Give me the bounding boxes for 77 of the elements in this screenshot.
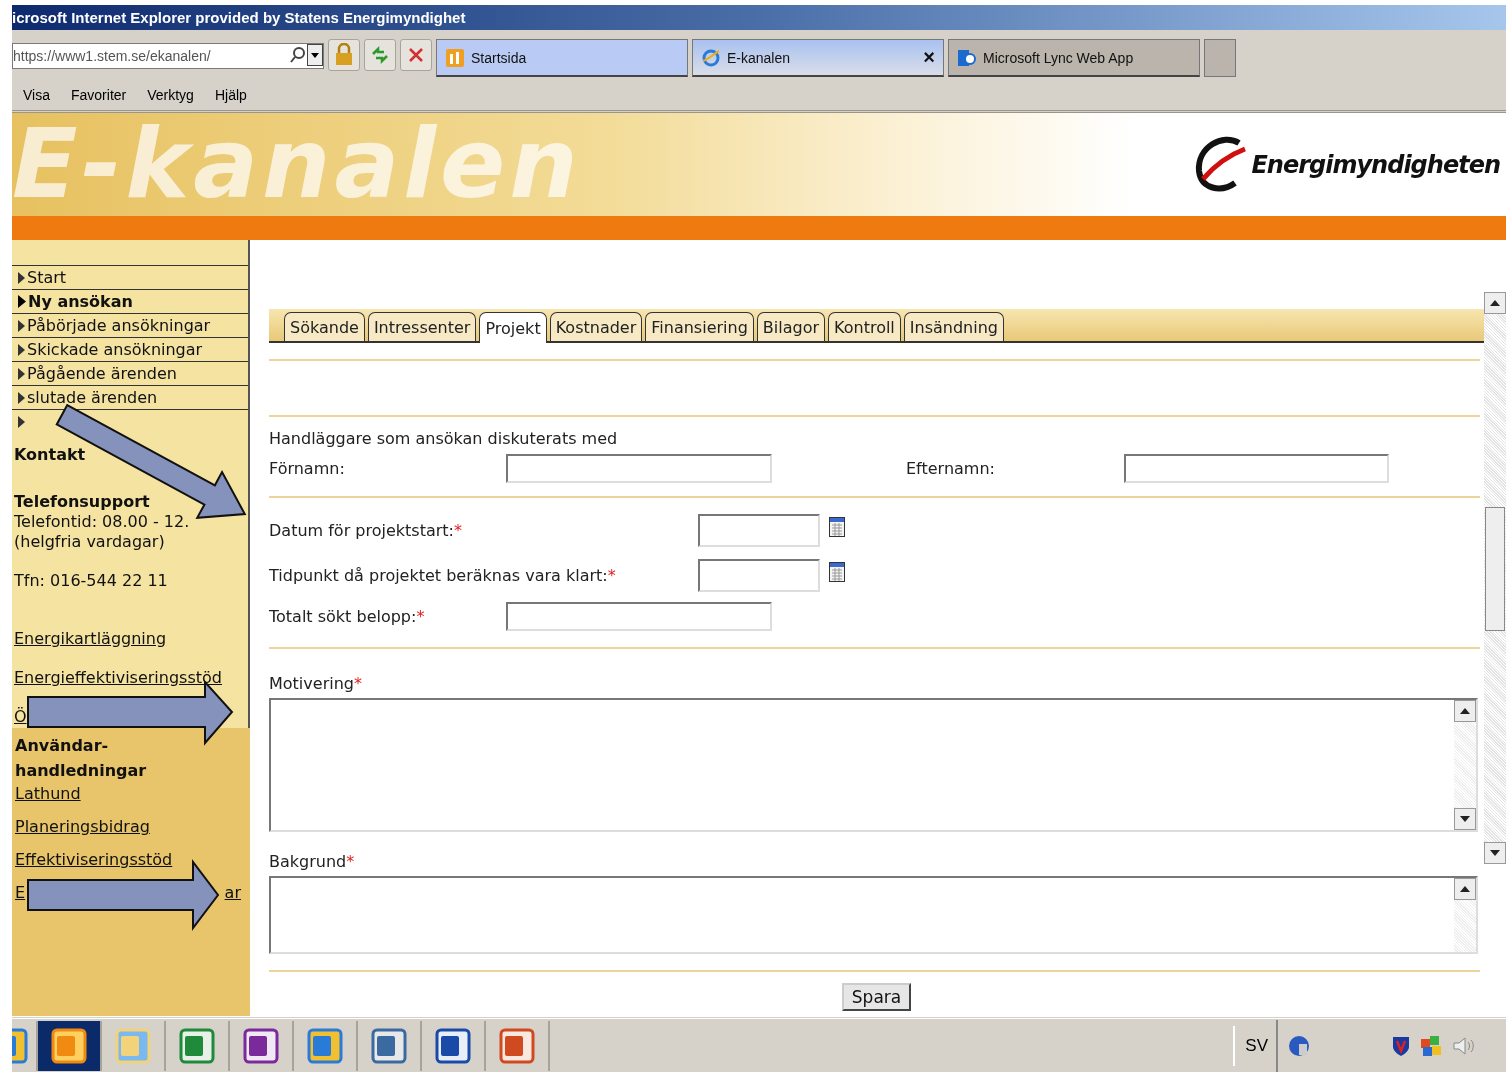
field-label: Datum för projektstart:* [269, 521, 463, 540]
tab-e-globe-icon [701, 47, 721, 68]
form-tab[interactable]: Insändning [903, 312, 1004, 341]
address-field[interactable]: https://www1.stem.se/ekanalen/ [12, 43, 324, 69]
field-label: Totalt sökt belopp:* [269, 607, 426, 626]
language-indicator[interactable]: SV [1233, 1025, 1276, 1066]
browser-tab[interactable]: E-kanalen × [692, 39, 944, 77]
form-tab[interactable]: Kontroll [828, 312, 901, 341]
guide-link[interactable]: Planeringsbidrag [15, 810, 150, 843]
form-tab[interactable]: Finansiering [645, 312, 754, 341]
first-name-field[interactable] [506, 454, 772, 483]
triangle-icon [18, 391, 25, 404]
nav-item[interactable]: Påbörjade ansökningar [12, 313, 248, 337]
calendar-icon[interactable] [829, 561, 845, 582]
field-label: Motivering* [269, 674, 363, 694]
scrollbar[interactable] [1484, 292, 1506, 864]
sidebar-link[interactable]: Energieffektiviseringsstöd [14, 668, 222, 687]
triangle-icon [18, 367, 25, 380]
nav-item[interactable]: Start [12, 265, 248, 289]
browser-tab[interactable]: Startsida [436, 39, 688, 77]
sidebar-link[interactable]: Ö [14, 707, 27, 726]
scroll-down-icon[interactable] [1484, 842, 1506, 864]
menu-item[interactable]: Visa [23, 87, 50, 103]
form-tab[interactable]: Intressenter [367, 312, 477, 341]
support-heading: Telefonsupport [13, 492, 151, 512]
field-label: Tidpunkt då projektet beräknas vara klart:* [269, 566, 617, 585]
search-icon[interactable] [289, 45, 307, 64]
triangle-icon [18, 343, 25, 356]
browser-tab[interactable]: Microsoft Lync Web App [948, 39, 1200, 77]
calendar-icon[interactable] [829, 516, 845, 537]
scroll-up-icon[interactable] [1454, 878, 1476, 900]
support-phone: Tfn: 016-544 22 11 [13, 571, 169, 591]
form-tab[interactable]: Kostnader [549, 312, 643, 341]
close-tab-icon[interactable]: × [923, 46, 935, 69]
triangle-icon [18, 271, 25, 284]
date-field[interactable] [698, 559, 820, 592]
logo-text: Energimyndigheten [1251, 150, 1500, 179]
save-button[interactable]: Spara [841, 983, 912, 1011]
triangle-icon [18, 295, 26, 308]
banner-title: E-kanalen [12, 114, 583, 215]
scroll-up-icon[interactable] [1484, 292, 1506, 314]
field-label: Bakgrund* [269, 852, 356, 872]
nav-item[interactable]: Skickade ansökningar [12, 337, 248, 361]
section-heading: Handläggare som ansökan diskuterats med [269, 429, 619, 448]
nav-item[interactable]: Pågående ärenden [12, 361, 248, 385]
network-tool-icon[interactable] [1288, 1034, 1310, 1057]
contact-heading: Kontakt [13, 445, 87, 465]
guide-link[interactable]: E [15, 876, 26, 909]
field-label: Förnamn: [269, 459, 346, 478]
last-name-field[interactable] [1123, 454, 1389, 483]
amount-field[interactable] [506, 602, 772, 631]
support-hours: Telefontid: 08.00 - 12. [13, 512, 191, 532]
scroll-down-icon[interactable] [1454, 808, 1476, 830]
guide-link[interactable]: Effektiviseringsstöd [15, 843, 173, 876]
form-tab[interactable]: Projekt [479, 312, 547, 343]
text-area[interactable] [269, 876, 1478, 954]
scroll-up-icon[interactable] [1454, 700, 1476, 722]
menu-item[interactable]: Hjälp [214, 87, 247, 103]
scrollbar-thumb[interactable] [1485, 507, 1505, 631]
speaker-icon[interactable] [1452, 1034, 1476, 1057]
form-tab[interactable]: Bilagor [756, 312, 825, 341]
triangle-icon [18, 319, 25, 332]
tab-grid-icon [445, 47, 465, 68]
menu-item[interactable]: Favoriter [71, 87, 127, 103]
window-title: icrosoft Internet Explorer provided by Statens Energimyndighet [12, 5, 1506, 30]
dropdown-icon[interactable] [307, 43, 323, 66]
menu-item[interactable]: Verktyg [147, 87, 194, 103]
support-days: (helgfria vardagar) [12, 532, 248, 552]
date-field[interactable] [698, 514, 820, 547]
sidebar-link[interactable]: Energikartläggning [14, 629, 167, 648]
guide-link[interactable]: ar [224, 876, 241, 909]
triangle-icon [18, 415, 25, 428]
form-tab[interactable]: Sökande [284, 312, 365, 341]
colored-blocks-icon[interactable] [1420, 1034, 1442, 1057]
shield-icon[interactable] [1392, 1034, 1410, 1057]
nav-item[interactable]: Ny ansökan [12, 289, 248, 313]
field-label: Efternamn: [906, 459, 995, 478]
